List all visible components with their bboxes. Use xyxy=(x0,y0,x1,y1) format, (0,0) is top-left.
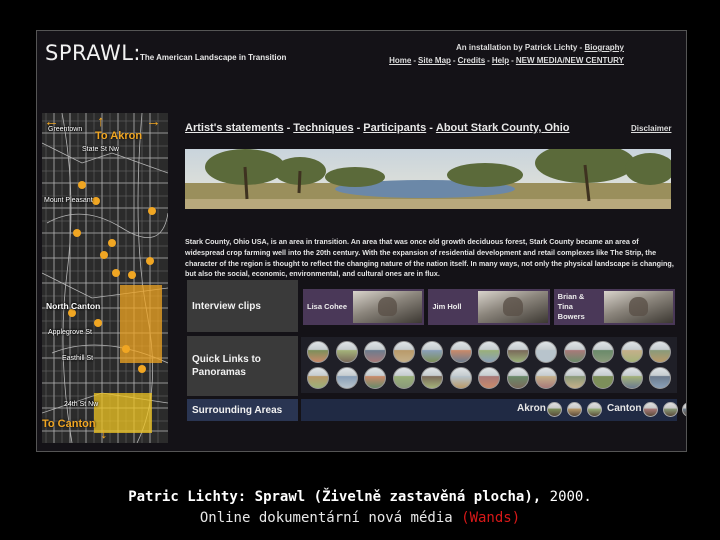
slide-caption-line2: Online dokumentární nová média (Wands) xyxy=(0,510,720,526)
street-map-graphic xyxy=(42,113,168,443)
caption-source: (Wands) xyxy=(461,510,521,526)
panorama-thumbnail[interactable] xyxy=(506,341,529,363)
panorama-thumbnail[interactable] xyxy=(592,367,614,389)
clip-item[interactable]: Lisa Cohee xyxy=(303,289,425,325)
interview-clips-label: Interview clips xyxy=(187,280,298,332)
panorama-thumbnail[interactable] xyxy=(649,367,671,389)
panorama-thumbnail[interactable] xyxy=(364,341,386,363)
panorama-thumbnail[interactable] xyxy=(620,341,643,363)
panorama-image[interactable] xyxy=(185,149,671,209)
panorama-thumbnail[interactable] xyxy=(307,367,329,389)
credits-link[interactable]: Credits xyxy=(458,56,486,65)
map-label-easthill: Easthill St xyxy=(62,355,94,362)
interviewee-photo[interactable] xyxy=(478,291,548,323)
site-logo[interactable]: SPRAWL: xyxy=(45,41,141,65)
arrow-right-icon[interactable]: → xyxy=(146,114,161,129)
akron-link[interactable]: Akron xyxy=(517,403,546,414)
nav-participants[interactable]: Participants xyxy=(363,122,426,134)
panorama-thumbnail[interactable] xyxy=(364,367,386,389)
separator: - xyxy=(511,56,514,65)
panorama-thumbnail[interactable] xyxy=(620,367,643,389)
panorama-thumbnail[interactable] xyxy=(449,367,472,389)
caption-subtitle: Online dokumentární nová média xyxy=(199,510,462,526)
nav-techniques[interactable]: Techniques xyxy=(293,122,353,134)
separator: - xyxy=(413,56,417,65)
panorama-thumbnail[interactable] xyxy=(592,341,614,363)
panorama-thumbnail[interactable] xyxy=(506,367,529,389)
slide-caption-line1: Patric Lichty: Sprawl (Živelně zastavěná… xyxy=(0,489,720,505)
panorama-thumbnail[interactable] xyxy=(335,367,358,389)
panorama-thumbnail[interactable] xyxy=(478,367,500,389)
separator: - xyxy=(452,56,456,65)
panorama-thumbnail[interactable] xyxy=(335,341,358,363)
region-description: Stark County, Ohio USA, is an area in tr… xyxy=(185,237,674,279)
surrounding-thumbnail[interactable] xyxy=(587,402,602,417)
site-map-link[interactable]: Site Map xyxy=(418,56,451,65)
disclaimer-link[interactable]: Disclaimer xyxy=(631,124,671,133)
map-label-greentown: Greentown xyxy=(48,126,83,133)
help-link[interactable]: Help xyxy=(492,56,509,65)
canton-link[interactable]: Canton xyxy=(607,403,641,414)
interviewee-photo[interactable] xyxy=(353,291,423,323)
main-nav: Artist's statements - Techniques - Participa… xyxy=(185,122,570,134)
quick-links-label: Quick Links to Panoramas xyxy=(187,336,298,396)
map-label-state-st: State St Nw xyxy=(82,146,119,153)
surrounding-thumbnail[interactable] xyxy=(643,402,658,417)
panorama-thumbnail[interactable] xyxy=(478,341,500,363)
panorama-thumbnail[interactable] xyxy=(392,341,415,363)
panorama-thumbnail[interactable] xyxy=(649,341,671,363)
clip-name: Jim Holl xyxy=(432,302,462,311)
map-label-mount-pleasant: Mount Pleasant xyxy=(44,197,93,204)
caption-title: Patric Lichty: Sprawl (Živelně zastavěná… xyxy=(128,489,542,505)
panorama-thumbnails xyxy=(301,337,677,393)
panorama-thumbnail[interactable] xyxy=(535,367,557,389)
top-links: Home - Site Map - Credits - Help - NEW MEDIA/NEW… xyxy=(389,56,624,65)
clip-item[interactable]: Brian & Tina Bowers xyxy=(553,289,675,325)
credit-line: An installation by Patrick Lichty - Biog… xyxy=(456,43,624,52)
panorama-thumbnail[interactable] xyxy=(307,341,329,363)
surrounding-areas-bar: Akron Canton xyxy=(301,399,686,421)
map-label-applegrove: Applegrove St xyxy=(48,329,92,336)
panorama-thumbnail[interactable] xyxy=(563,367,586,389)
nav-about-stark-county[interactable]: About Stark County, Ohio xyxy=(436,122,570,134)
separator: - xyxy=(487,56,490,65)
interview-clips: Lisa Cohee Jim Holl Brian & Tina Bowers xyxy=(303,289,675,325)
separator: - xyxy=(429,122,433,134)
credit-prefix: An installation by Patrick Lichty - xyxy=(455,43,585,52)
to-akron-label[interactable]: To Akron xyxy=(95,130,142,142)
panorama-thumbnail[interactable] xyxy=(392,367,415,389)
panorama-thumbnail[interactable] xyxy=(449,341,472,363)
caption-year: 2000. xyxy=(541,489,592,505)
panorama-thumbnail[interactable] xyxy=(421,367,443,389)
interviewee-photo[interactable] xyxy=(603,291,673,323)
surrounding-areas-label: Surrounding Areas xyxy=(187,399,298,421)
arrow-down-icon[interactable]: ↓ xyxy=(100,426,108,441)
surrounding-thumbnail[interactable] xyxy=(547,402,562,417)
clip-item[interactable]: Jim Holl xyxy=(428,289,550,325)
county-map[interactable]: ← ↑ → To Akron Greentown State St Nw Mou… xyxy=(42,113,168,443)
surrounding-thumbnail[interactable] xyxy=(682,402,686,417)
separator: - xyxy=(356,122,361,134)
site-tagline: The American Landscape in Transition xyxy=(140,53,287,62)
biography-link[interactable]: Biography xyxy=(584,43,624,52)
map-label-24th-st: 24th St Nw xyxy=(64,401,99,408)
panorama-thumbnail[interactable] xyxy=(421,341,443,363)
separator: - xyxy=(286,122,291,134)
surrounding-thumbnail[interactable] xyxy=(567,402,582,417)
clip-name: Brian & Tina Bowers xyxy=(557,292,585,321)
nav-artists-statements[interactable]: Artist's statements xyxy=(185,122,284,134)
home-link[interactable]: Home xyxy=(389,56,411,65)
landscape-panorama-graphic xyxy=(185,149,671,209)
panorama-thumbnail[interactable] xyxy=(535,341,557,363)
new-media-link[interactable]: NEW MEDIA/NEW CENTURY xyxy=(516,56,624,65)
arrow-up-icon[interactable]: ↑ xyxy=(97,114,105,129)
clip-name: Lisa Cohee xyxy=(307,302,348,311)
browser-screenshot: SPRAWL: The American Landscape in Transi… xyxy=(36,30,687,452)
to-canton-label[interactable]: To Canton xyxy=(42,418,96,430)
panorama-thumbnail[interactable] xyxy=(563,341,586,363)
surrounding-thumbnail[interactable] xyxy=(663,402,678,417)
map-label-north-canton: North Canton xyxy=(46,301,101,311)
